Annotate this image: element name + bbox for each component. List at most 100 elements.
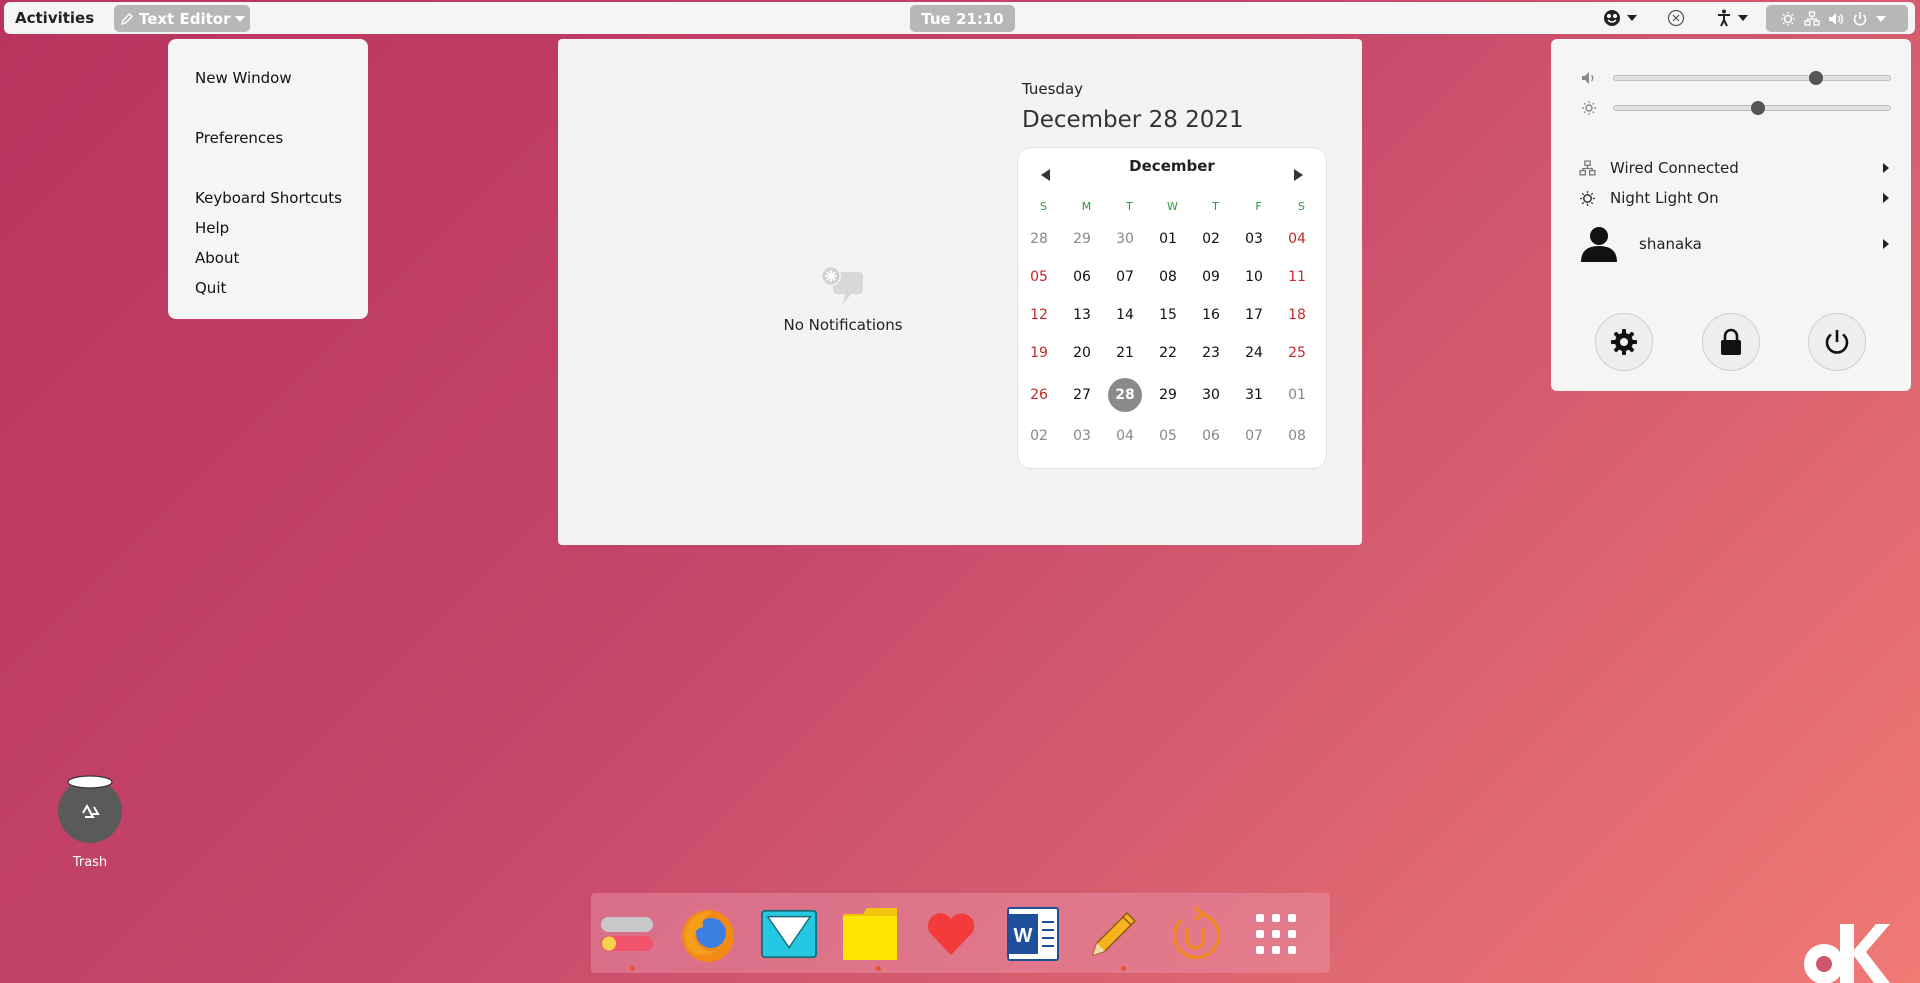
calendar-day[interactable]: 26 — [1022, 378, 1056, 412]
calendar-day[interactable]: 03 — [1065, 419, 1099, 453]
dock-app-favorites[interactable] — [922, 906, 980, 962]
calendar-day[interactable]: 20 — [1065, 336, 1099, 370]
volume-slider[interactable] — [1613, 75, 1891, 81]
settings-button[interactable] — [1595, 313, 1653, 371]
calendar-day-name[interactable]: Tuesday — [1022, 80, 1083, 98]
dock-app-software-updater[interactable] — [1166, 906, 1224, 962]
calendar-day[interactable]: 03 — [1237, 222, 1271, 256]
night-light-row[interactable]: Night Light On — [1579, 187, 1889, 209]
calendar-day[interactable]: 04 — [1108, 419, 1142, 453]
calendar-day[interactable]: 15 — [1151, 298, 1185, 332]
chevron-down-icon — [1627, 15, 1637, 21]
no-notifications-icon — [821, 266, 863, 304]
clock-button[interactable]: Tue 21:10 — [910, 5, 1015, 32]
dock-app-text-editor[interactable] — [1085, 906, 1143, 962]
calendar-day[interactable]: 04 — [1280, 222, 1314, 256]
dock-app-word[interactable]: W — [1004, 906, 1062, 962]
calendar-day[interactable]: 16 — [1194, 298, 1228, 332]
calendar-day[interactable]: 30 — [1194, 378, 1228, 412]
calendar-day[interactable]: 01 — [1151, 222, 1185, 256]
word-document-icon: W — [1007, 907, 1059, 961]
running-indicator — [630, 966, 635, 971]
dock-app-firefox[interactable] — [679, 906, 737, 962]
calendar-day[interactable]: 29 — [1151, 378, 1185, 412]
calendar-day[interactable]: 17 — [1237, 298, 1271, 332]
app-menu-label: Text Editor — [139, 9, 231, 28]
volume-slider-handle[interactable] — [1808, 71, 1823, 85]
menu-item-help[interactable]: Help — [195, 219, 229, 237]
network-wired-icon — [1579, 159, 1596, 176]
calendar-day-today[interactable]: 28 — [1108, 378, 1142, 412]
calendar-day[interactable]: 05 — [1022, 260, 1056, 294]
menu-item-quit[interactable]: Quit — [195, 279, 226, 297]
calendar-day[interactable]: 18 — [1280, 298, 1314, 332]
calendar-day[interactable]: 25 — [1280, 336, 1314, 370]
calendar-day[interactable]: 22 — [1151, 336, 1185, 370]
calendar-day[interactable]: 08 — [1151, 260, 1185, 294]
calendar-day[interactable]: 10 — [1237, 260, 1271, 294]
menu-item-preferences[interactable]: Preferences — [195, 129, 283, 147]
calendar-day[interactable]: 14 — [1108, 298, 1142, 332]
calendar-weekday: T — [1126, 200, 1133, 213]
lock-button[interactable] — [1702, 313, 1760, 371]
user-row[interactable]: shanaka — [1579, 222, 1889, 266]
calendar-day[interactable]: 06 — [1065, 260, 1099, 294]
tray-item-close[interactable] — [1667, 7, 1685, 29]
activities-button[interactable]: Activities — [15, 9, 94, 27]
calendar-day[interactable]: 27 — [1065, 378, 1099, 412]
calendar-day[interactable]: 05 — [1151, 419, 1185, 453]
menu-item-about[interactable]: About — [195, 249, 239, 267]
menu-item-new-window[interactable]: New Window — [195, 69, 292, 87]
calendar-day[interactable]: 23 — [1194, 336, 1228, 370]
calendar-full-date[interactable]: December 28 2021 — [1022, 107, 1244, 133]
top-bar: Activities Text Editor Tue 21:10 — [4, 2, 1915, 34]
calendar-day[interactable]: 07 — [1108, 260, 1142, 294]
calendar-day[interactable]: 01 — [1280, 378, 1314, 412]
calendar-day[interactable]: 02 — [1022, 419, 1056, 453]
calendar-day[interactable]: 13 — [1065, 298, 1099, 332]
calendar-day[interactable]: 07 — [1237, 419, 1271, 453]
calendar-weekday: W — [1167, 200, 1178, 213]
heart-icon — [927, 913, 975, 955]
dock-app-mail[interactable] — [760, 906, 818, 962]
calendar-month-label: December — [1129, 157, 1215, 175]
network-label: Wired Connected — [1610, 159, 1739, 177]
accessibility-icon — [1718, 9, 1730, 27]
calendar-day[interactable]: 31 — [1237, 378, 1271, 412]
tray-item-emoji[interactable] — [1603, 7, 1637, 29]
chevron-down-icon — [1738, 15, 1748, 21]
tray-item-accessibility[interactable] — [1716, 7, 1748, 29]
calendar-day[interactable]: 29 — [1065, 222, 1099, 256]
dock-app-files[interactable] — [841, 906, 899, 962]
calendar-day[interactable]: 08 — [1280, 419, 1314, 453]
next-month-button[interactable] — [1294, 169, 1303, 181]
mail-icon — [760, 909, 818, 959]
pencil-icon — [1091, 911, 1137, 957]
calendar-day[interactable]: 06 — [1194, 419, 1228, 453]
running-indicator — [876, 966, 881, 971]
calendar-day[interactable]: 21 — [1108, 336, 1142, 370]
calendar-day[interactable]: 30 — [1108, 222, 1142, 256]
calendar-day[interactable]: 28 — [1022, 222, 1056, 256]
calendar-day[interactable]: 11 — [1280, 260, 1314, 294]
brightness-icon — [1582, 101, 1596, 115]
system-status-button[interactable] — [1766, 5, 1908, 32]
dock-app-settings-toggle[interactable] — [598, 906, 656, 962]
menu-item-keyboard-shortcuts[interactable]: Keyboard Shortcuts — [195, 189, 342, 207]
date-menu-popup: No Notifications Tuesday December 28 202… — [558, 39, 1362, 545]
brightness-slider-handle[interactable] — [1750, 101, 1765, 115]
calendar-day[interactable]: 09 — [1194, 260, 1228, 294]
volume-icon — [1829, 12, 1844, 25]
calendar-day[interactable]: 19 — [1022, 336, 1056, 370]
calendar-day[interactable]: 24 — [1237, 336, 1271, 370]
volume-slider-row — [1581, 68, 1891, 88]
running-indicator — [1121, 966, 1126, 971]
calendar-weekday: S — [1298, 200, 1305, 213]
desktop-trash[interactable]: Trash — [55, 775, 125, 870]
power-off-button[interactable] — [1808, 313, 1866, 371]
dock-app-grid[interactable] — [1247, 906, 1305, 962]
calendar-day[interactable]: 12 — [1022, 298, 1056, 332]
app-menu-button[interactable]: Text Editor — [114, 5, 250, 32]
calendar-day[interactable]: 02 — [1194, 222, 1228, 256]
network-row[interactable]: Wired Connected — [1579, 157, 1889, 179]
